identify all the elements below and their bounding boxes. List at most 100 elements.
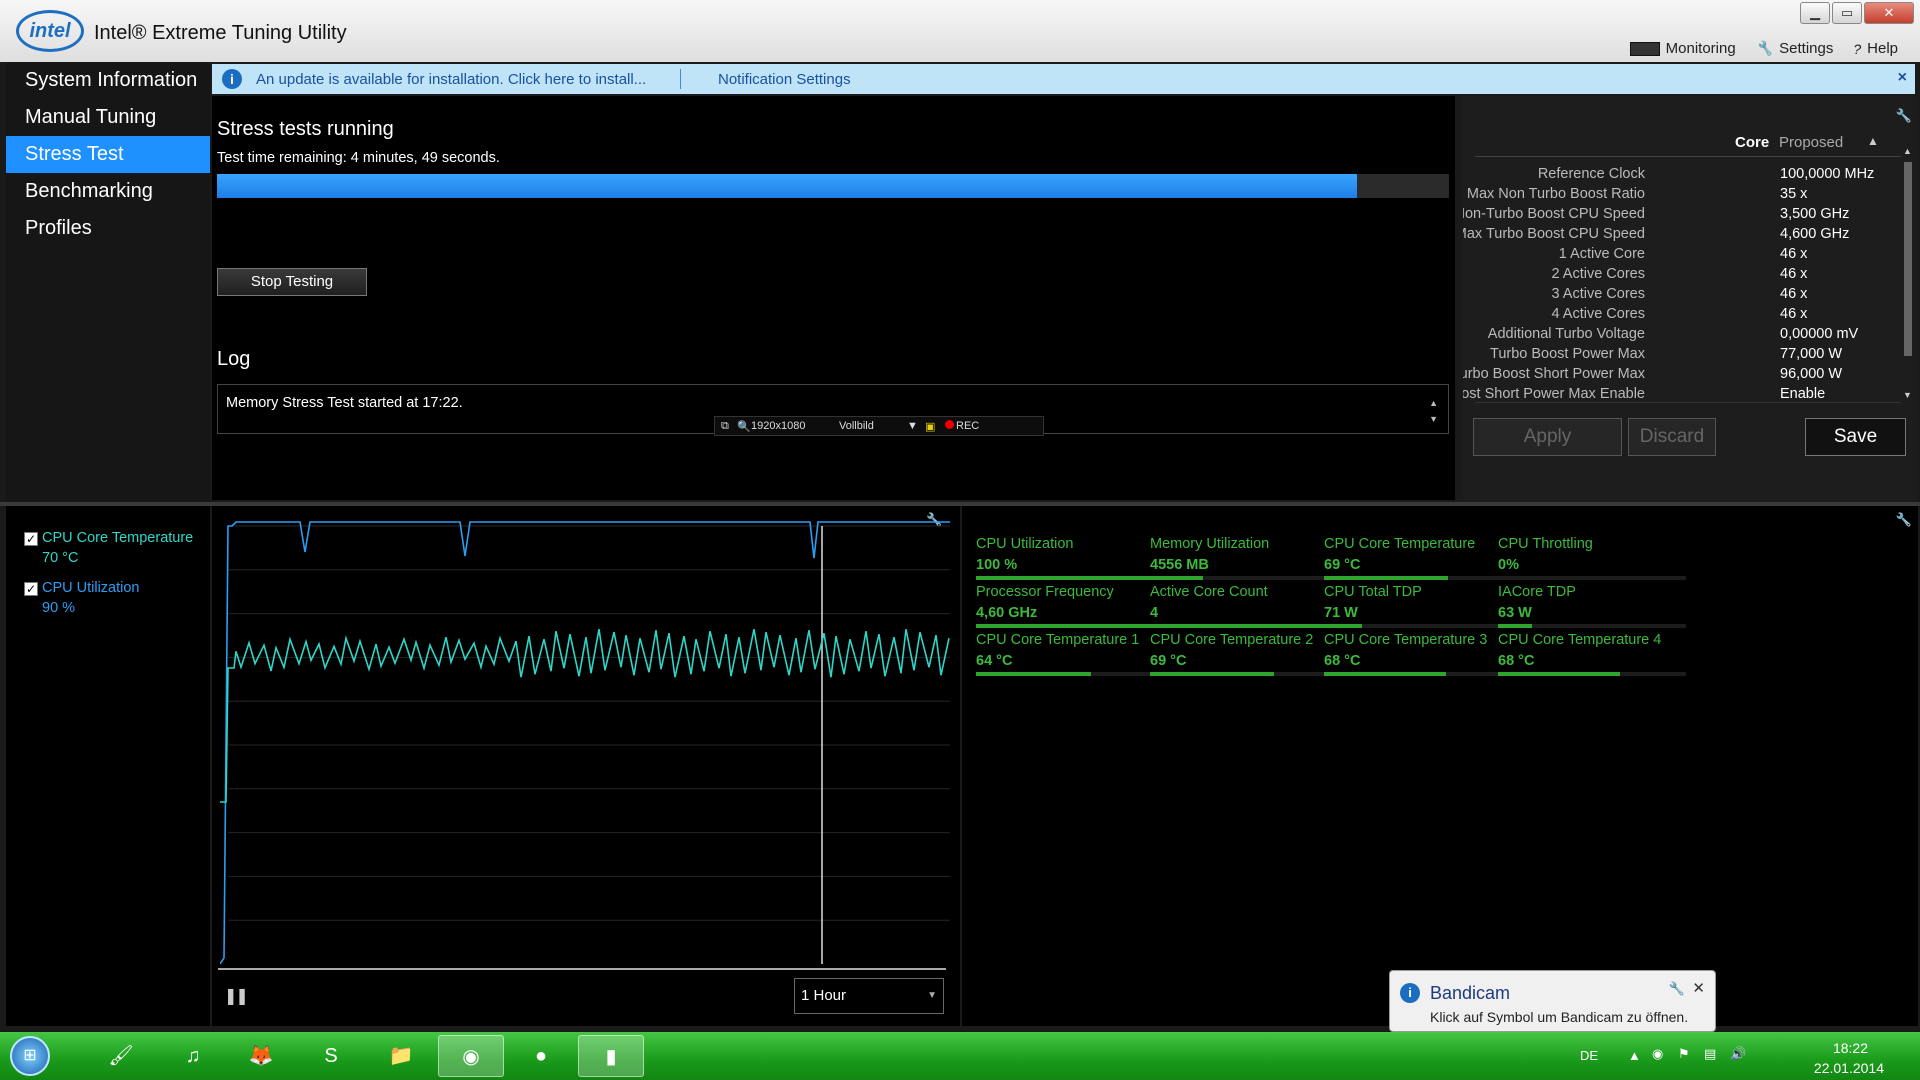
core-setting-row[interactable]: Reference Clock 100,0000 MHz — [1463, 166, 1893, 186]
xtu-app-icon[interactable]: ▮ — [578, 1035, 644, 1077]
intel-logo: intel — [16, 10, 84, 52]
sidebar-item-stress-test[interactable]: Stress Test — [6, 136, 210, 173]
rec-button[interactable]: REC — [945, 420, 979, 432]
time-range-select[interactable]: 1 Hour ▼ — [794, 978, 944, 1014]
metric-active-core-count: Active Core Count 4 — [1136, 554, 1338, 628]
info-icon: i — [222, 69, 242, 89]
metric-bar — [1150, 672, 1338, 676]
settings-menu[interactable]: 🔧 Settings — [1756, 40, 1834, 57]
time-range-value: 1 Hour — [801, 987, 847, 1004]
sidebar-item-system-information[interactable]: System Information — [6, 62, 210, 99]
maximize-button[interactable]: ▭ — [1832, 2, 1862, 24]
recorder-resolution: 1920x1080 — [751, 420, 806, 432]
stop-testing-button[interactable]: Stop Testing — [217, 268, 367, 296]
chrome-app-icon[interactable]: ◉ — [438, 1035, 504, 1077]
core-settings-list: Reference Clock 100,0000 MHz Max Non Turbo… — [1463, 166, 1893, 398]
checkbox[interactable]: ✓ — [24, 582, 38, 596]
metric-bar-fill — [1498, 672, 1621, 676]
wrench-icon[interactable]: 🔧 — [1896, 512, 1912, 528]
sidebar-item-manual-tuning[interactable]: Manual Tuning — [6, 99, 210, 136]
scroll-up-icon[interactable]: ▲ — [1903, 146, 1912, 156]
setting-value: 0,00000 mV — [1780, 326, 1859, 342]
sidebar-nav: System Information Manual Tuning Stress … — [6, 62, 210, 502]
time-remaining: Test time remaining: 4 minutes, 49 secon… — [217, 150, 500, 166]
close-notification-icon[interactable]: × — [1898, 69, 1907, 87]
record-icon — [945, 420, 954, 429]
setting-value: 46 x — [1780, 266, 1808, 282]
log-scrollbar[interactable]: ▲ ▼ — [1429, 395, 1438, 427]
metric-label: CPU Core Temperature 2 — [1150, 632, 1314, 648]
core-setting-row[interactable]: 3 Active Cores 46 x — [1463, 286, 1893, 306]
close-window-button[interactable]: ✕ — [1864, 2, 1914, 24]
core-setting-row[interactable]: Max Turbo Boost CPU Speed 4,600 GHz — [1463, 226, 1893, 246]
sidebar-item-benchmarking[interactable]: Benchmarking — [6, 173, 210, 210]
explorer-app-icon[interactable]: 🖌 — [88, 1035, 154, 1077]
setting-value: 46 x — [1780, 246, 1808, 262]
core-setting-row[interactable]: 1 Active Core 46 x — [1463, 246, 1893, 266]
scroll-thumb[interactable] — [1904, 162, 1912, 356]
core-setting-row[interactable]: Additional Turbo Voltage 0,00000 mV — [1463, 326, 1893, 346]
clock-time[interactable]: 18:22 — [1833, 1040, 1868, 1056]
bandicam-tray-icon[interactable]: ◉ — [1652, 1046, 1663, 1062]
wrench-icon[interactable]: 🔧 — [1669, 981, 1685, 997]
core-setting-row[interactable]: 2 Active Cores 46 x — [1463, 266, 1893, 286]
gridlines — [228, 525, 950, 921]
chevron-up-icon[interactable]: ▲ — [1867, 134, 1879, 148]
column-proposed: Proposed — [1779, 134, 1844, 151]
bandicam-toast[interactable]: i Bandicam Klick auf Symbol um Bandicam … — [1389, 970, 1716, 1032]
origin-app-icon[interactable]: ● — [508, 1035, 574, 1077]
setting-value: 4,600 GHz — [1780, 226, 1850, 242]
discard-button[interactable]: Discard — [1628, 418, 1716, 456]
language-indicator[interactable]: DE — [1580, 1048, 1598, 1063]
spotify-app-icon[interactable]: ♫ — [160, 1035, 226, 1077]
start-button[interactable]: ⊞ — [10, 1036, 50, 1076]
skype-app-icon[interactable]: S — [298, 1035, 364, 1077]
setting-label: Max Non-Turbo Boost CPU Speed — [1463, 206, 1645, 222]
search-icon[interactable]: 🔍 — [737, 420, 751, 433]
monitoring-menu[interactable]: Monitoring — [1629, 40, 1736, 57]
core-setting-row[interactable]: Max Non-Turbo Boost CPU Speed 3,500 GHz — [1463, 206, 1893, 226]
help-menu[interactable]: ? Help — [1853, 40, 1898, 57]
update-install-link[interactable]: An update is available for installation.… — [256, 71, 646, 88]
column-core: Core — [1735, 134, 1770, 151]
legend-item-cpu-utilization[interactable]: ✓ CPU Utilization 90 % — [24, 578, 140, 618]
apply-button[interactable]: Apply — [1473, 418, 1622, 456]
volume-icon[interactable]: 🔊 — [1730, 1046, 1746, 1062]
tray-expand-icon[interactable]: ▲ — [1628, 1048, 1641, 1063]
metric-label: CPU Core Temperature 3 — [1324, 632, 1488, 648]
metric-label: CPU Utilization — [976, 536, 1074, 552]
pause-button[interactable]: ❚❚ — [224, 986, 249, 1006]
update-notification-bar: i An update is available for installatio… — [212, 64, 1915, 94]
clock-date[interactable]: 22.01.2014 — [1814, 1060, 1884, 1076]
save-button[interactable]: Save — [1805, 418, 1906, 456]
scroll-down-icon[interactable]: ▼ — [1903, 390, 1912, 400]
core-scrollbar[interactable]: ▲ ▼ — [1902, 146, 1914, 400]
setting-value: 77,000 W — [1780, 346, 1843, 362]
close-icon[interactable]: ✕ — [1692, 979, 1705, 997]
metric-cpu-core-temperature-1: CPU Core Temperature 1 64 °C — [962, 602, 1164, 676]
folder-app-icon[interactable]: 📁 — [368, 1035, 434, 1077]
core-setting-row[interactable]: 4 Active Cores 46 x — [1463, 306, 1893, 326]
legend-item-cpu-core-temperature[interactable]: ✓ CPU Core Temperature 70 °C — [24, 528, 193, 568]
checkbox[interactable]: ✓ — [24, 532, 38, 546]
wrench-icon[interactable]: 🔧 — [1896, 108, 1912, 124]
camera-icon[interactable]: ▣ — [925, 420, 935, 433]
firefox-app-icon[interactable]: 🦊 — [228, 1035, 294, 1077]
legend-label: CPU Utilization — [42, 580, 140, 596]
setting-label: Turbo Boost Power Max — [1490, 346, 1645, 362]
core-setting-row[interactable]: Turbo Boost Short Power Max Enable Enable — [1463, 386, 1893, 398]
core-setting-row[interactable]: Turbo Boost Power Max 77,000 W — [1463, 346, 1893, 366]
minimize-button[interactable]: ▁ — [1800, 2, 1830, 24]
notification-settings-link[interactable]: Notification Settings — [718, 71, 851, 88]
legend-value: 90 % — [42, 600, 76, 616]
setting-value: 46 x — [1780, 306, 1808, 322]
flag-icon[interactable]: ⚑ — [1678, 1046, 1690, 1062]
core-setting-row[interactable]: Turbo Boost Short Power Max 96,000 W — [1463, 366, 1893, 386]
chevron-down-icon[interactable]: ▼ — [907, 420, 918, 432]
recorder-mode[interactable]: Vollbild — [839, 420, 874, 432]
network-icon[interactable]: ▤ — [1704, 1046, 1716, 1062]
sidebar-item-profiles[interactable]: Profiles — [6, 210, 210, 247]
window-mode-icon[interactable]: ⧉ — [721, 420, 729, 433]
core-setting-row[interactable]: Max Non Turbo Boost Ratio 35 x — [1463, 186, 1893, 206]
core-settings-panel: 🔧 Core Proposed ▲ Reference Clock 100,000… — [1463, 96, 1918, 500]
